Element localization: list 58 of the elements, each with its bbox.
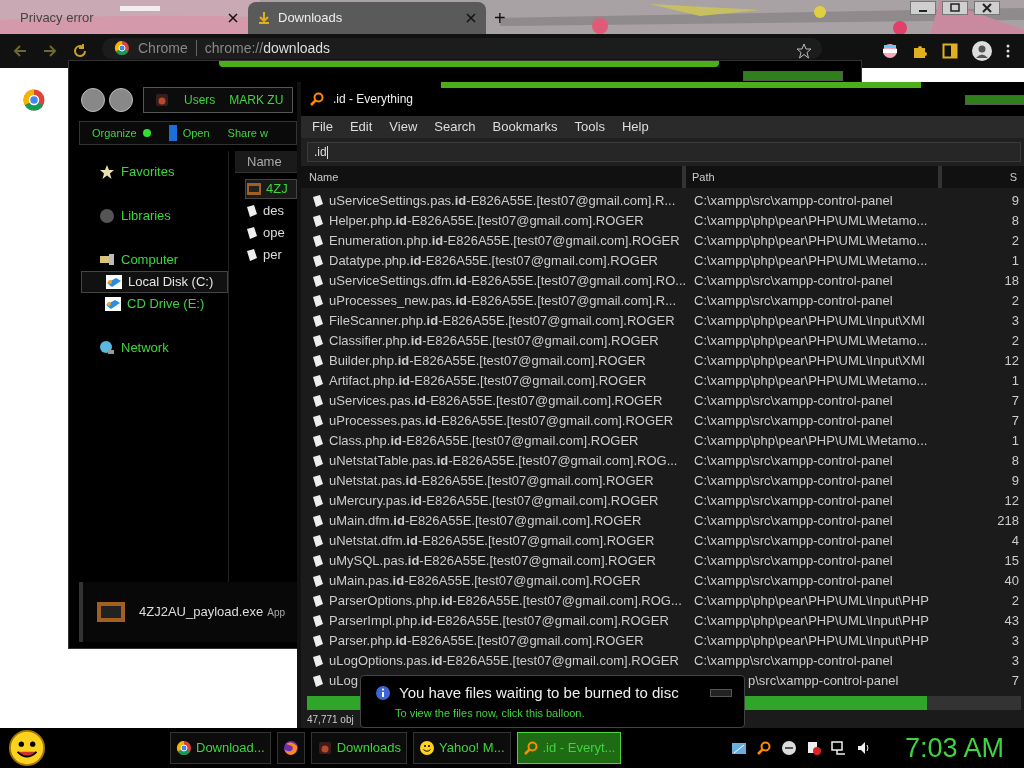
file-path: C:\xampp\php\pear\PHP\UML\Metamo...	[694, 373, 928, 389]
file-size: 12	[1004, 492, 1019, 511]
file-size: 40	[1004, 572, 1019, 591]
file-size: 9	[1011, 472, 1019, 491]
file-size: 2	[1011, 332, 1019, 351]
file-path: C:\xampp\src\xampp-control-panel	[694, 193, 893, 209]
file-name: 4ZJ2AU_payload.exe	[139, 603, 264, 622]
file-path: C:\xampp\php\pear\PHP\UML\Input\XMI	[694, 353, 926, 369]
file-size: 2	[1011, 292, 1019, 311]
file-path: C:\xampp\src\xampp-control-panel	[694, 493, 893, 509]
balloon-text: To view the files now, click this balloon.	[394, 705, 586, 721]
balloon-title: You have files waiting to be burned to disc	[399, 683, 679, 703]
file-path: C:\xampp\src\xampp-control-panel	[694, 393, 893, 409]
file-path: C:\xampp\php\pear\PHP\UML\Metamo...	[694, 433, 928, 449]
file-size: 7	[1011, 412, 1019, 431]
file-size: 1	[1011, 252, 1019, 271]
file-size: 3	[1011, 632, 1019, 651]
file-path: C:\xampp\php\pear\PHP\UML\Metamo...	[694, 333, 928, 349]
file-size: 7	[1011, 672, 1019, 691]
file-path: C:\xampp\src\xampp-control-panel	[694, 573, 893, 589]
file-path: C:\xampp\php\pear\PHP\UML\Metamo...	[694, 253, 928, 269]
file-path: C:\xampp\src\xampp-control-panel	[694, 513, 893, 529]
file-size: 8	[1011, 212, 1019, 231]
file-size: 1	[1011, 432, 1019, 451]
file-size: 9	[1011, 192, 1019, 211]
file-path: C:\xampp\src\xampp-control-panel	[694, 653, 893, 669]
file-path: C:\xampp\src\xampp-control-panel	[694, 473, 893, 489]
file-path: C:\xampp\php\pear\PHP\UML\Input\PHP	[694, 593, 929, 609]
url-text: chrome://downloads	[204, 38, 331, 58]
file-path: C:\xampp\src\xampp-control-panel	[694, 413, 893, 429]
file-path: C:\xampp\php\pear\PHP\UML\Metamo...	[694, 233, 928, 249]
file-path: C:\xampp\src\xampp-control-panel	[694, 533, 893, 549]
file-path: C:\xampp\src\xampp-control-panel	[694, 293, 893, 309]
file-path: C:\xampp\php\pear\PHP\UML\Input\PHP	[694, 613, 929, 629]
file-path: C:\xampp\src\xampp-control-panel	[694, 553, 893, 569]
file-size: 15	[1004, 552, 1019, 571]
file-type: App	[267, 605, 286, 620]
file-path: C:\xampp\php\pear\PHP\UML\Input\XMI	[694, 313, 926, 329]
file-path: C:\xampp\php\pear\PHP\UML\Metamo...	[694, 213, 928, 229]
file-size: 4	[1011, 532, 1019, 551]
file-size: 2	[1011, 592, 1019, 611]
file-size: 2	[1011, 232, 1019, 251]
file-size: 7	[1011, 392, 1019, 411]
site-label: Chrome	[138, 38, 188, 58]
file-size: 8	[1011, 452, 1019, 471]
status-text: 47,771 obj	[307, 712, 354, 727]
file-path: C:\xampp\src\xampp-control-panel	[694, 273, 893, 289]
file-size: 43	[1004, 612, 1019, 631]
file-size: 12	[1004, 352, 1019, 371]
file-size: 1	[1011, 372, 1019, 391]
file-size: 218	[997, 512, 1019, 531]
file-size: 18	[1004, 272, 1019, 291]
file-size: 3	[1011, 652, 1019, 671]
window-title: .id - Everything	[333, 91, 414, 108]
file-path: C:\xampp\php\pear\PHP\UML\Input\PHP	[694, 633, 929, 649]
file-path: C:\xampp\src\xampp-control-panel	[694, 453, 893, 469]
file-size: 3	[1011, 312, 1019, 331]
file-path: p\src\xampp-control-panel	[748, 673, 899, 689]
